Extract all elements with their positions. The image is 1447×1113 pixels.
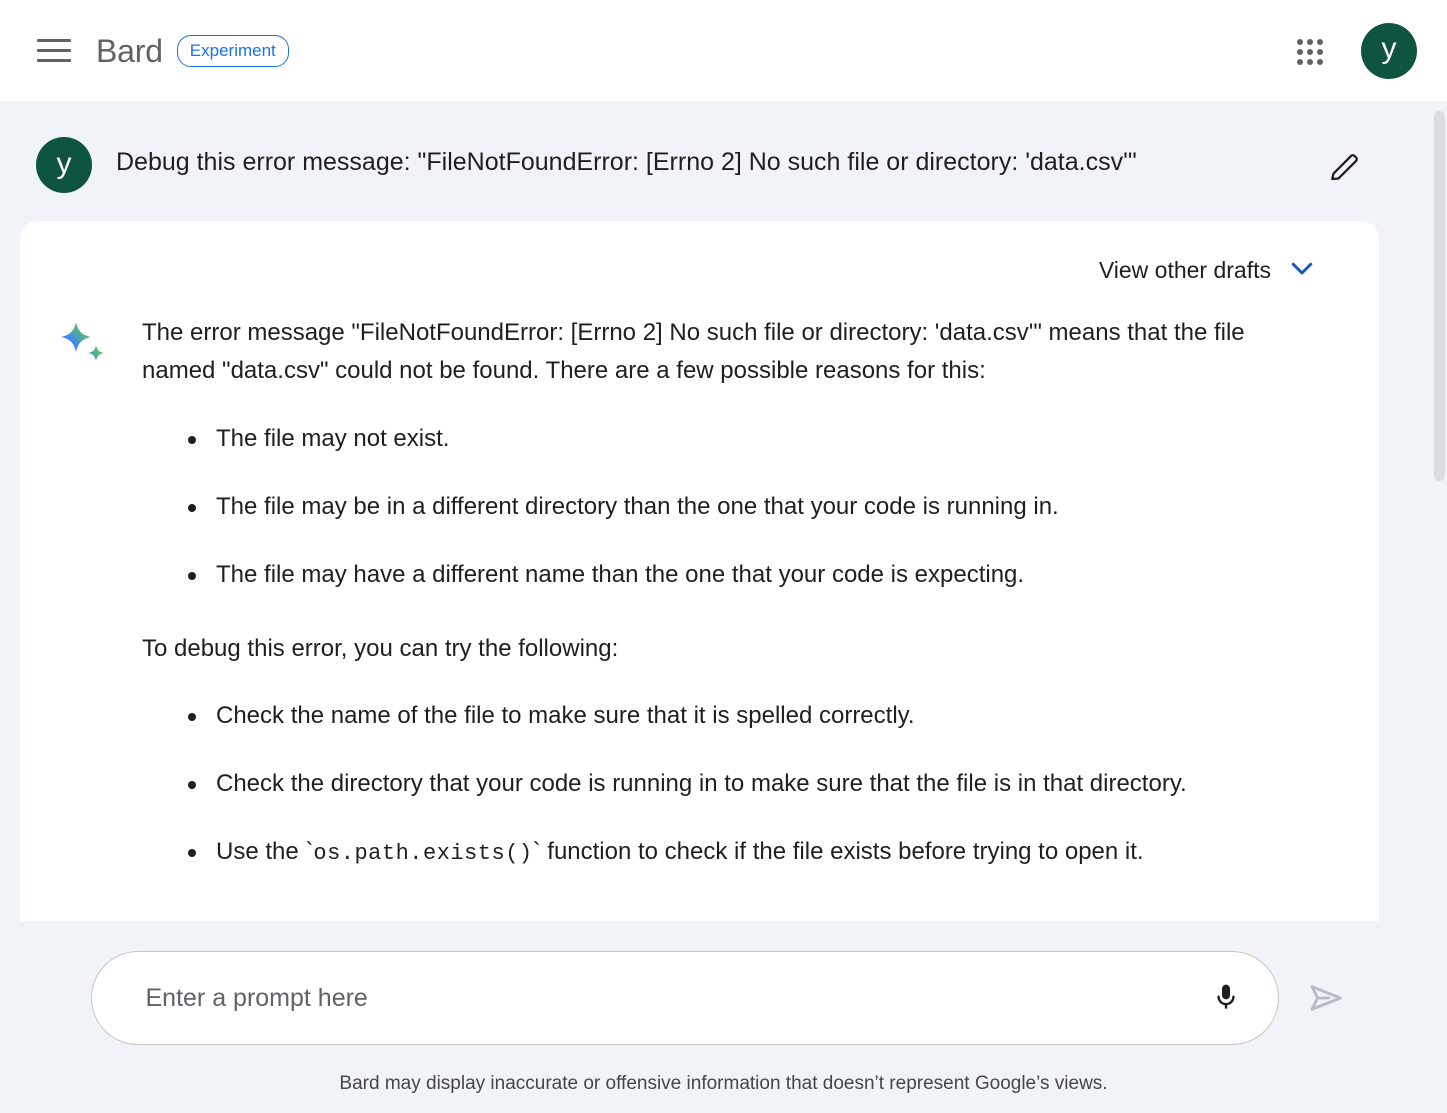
code-item-prefix: Use the ` (216, 838, 314, 866)
top-app-bar: Bard Experiment y (0, 0, 1447, 101)
prompt-input-container[interactable] (90, 951, 1279, 1045)
list-item: Check the name of the file to make sure … (188, 697, 1321, 735)
response-card: View other drafts The error message "Fil… (20, 221, 1379, 921)
apps-grid-icon[interactable] (1285, 27, 1333, 75)
list-item-with-code: Use the `os.path.exists()` function to c… (188, 833, 1321, 872)
list-item: Check the directory that your code is ru… (188, 765, 1321, 803)
microphone-icon[interactable] (1200, 972, 1252, 1024)
hamburger-bar (37, 39, 71, 42)
view-other-drafts-button[interactable]: View other drafts (50, 247, 1333, 292)
steps-list: Check the name of the file to make sure … (188, 697, 1321, 872)
apps-grid-dot (1317, 48, 1323, 55)
hamburger-bar (37, 59, 71, 62)
apps-grid-dot (1317, 58, 1323, 65)
inline-code: os.path.exists() (313, 841, 533, 867)
conversation-scroll-area[interactable]: y Debug this error message: "FileNotFoun… (0, 101, 1447, 925)
reasons-list: The file may not exist. The file may be … (188, 420, 1321, 594)
bard-app-window: Bard Experiment y y Debug this error mes… (0, 0, 1447, 1113)
apps-grid-dot (1317, 38, 1323, 45)
scrollbar-thumb[interactable] (1434, 111, 1445, 481)
list-item: The file may be in a different directory… (188, 488, 1321, 526)
hamburger-bar (37, 49, 71, 52)
apps-grid-dot (1297, 48, 1303, 55)
apps-grid-dot (1307, 38, 1313, 45)
chevron-down-icon (1287, 253, 1317, 288)
apps-grid-dot (1297, 38, 1303, 45)
apps-grid-dot (1297, 58, 1303, 65)
user-avatar-initial: y (56, 146, 72, 180)
composer-row (90, 951, 1357, 1045)
assistant-answer: The error message "FileNotFoundError: [E… (50, 314, 1333, 872)
experiment-badge: Experiment (176, 34, 289, 67)
view-other-drafts-label: View other drafts (1098, 257, 1271, 283)
user-prompt-row: y Debug this error message: "FileNotFoun… (0, 101, 1427, 193)
conversation: y Debug this error message: "FileNotFoun… (0, 101, 1447, 925)
user-avatar: y (36, 137, 92, 193)
steps-intro-paragraph: To debug this error, you can try the fol… (142, 634, 619, 662)
brand: Bard Experiment (96, 32, 289, 69)
composer-area: Bard may display inaccurate or offensive… (0, 925, 1447, 1113)
app-title: Bard (96, 32, 163, 69)
hamburger-menu-icon[interactable] (30, 27, 78, 75)
avatar[interactable]: y (1361, 22, 1417, 79)
conversation-scrollbar[interactable] (1431, 101, 1447, 925)
send-arrow-icon[interactable] (1297, 968, 1357, 1028)
pencil-edit-icon[interactable] (1321, 143, 1369, 191)
answer-body: The error message "FileNotFoundError: [E… (142, 314, 1333, 872)
code-item-suffix: ` function to check if the file exists b… (532, 838, 1144, 866)
answer-intro-paragraph: The error message "FileNotFoundError: [E… (142, 319, 1245, 384)
list-item: The file may not exist. (188, 420, 1321, 458)
list-item: The file may have a different name than … (188, 556, 1321, 594)
bard-sparkle-icon (58, 320, 114, 375)
apps-grid-dot (1307, 48, 1313, 55)
apps-grid-dot (1307, 58, 1313, 65)
avatar-initial: y (1381, 32, 1397, 65)
disclaimer-text: Bard may display inaccurate or offensive… (339, 1073, 1108, 1094)
user-prompt-text: Debug this error message: "FileNotFoundE… (116, 148, 1137, 176)
prompt-input[interactable] (145, 983, 1200, 1013)
